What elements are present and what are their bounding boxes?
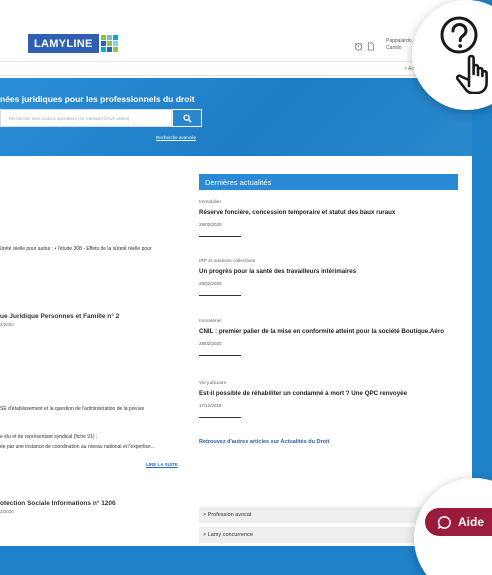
- left-title-5[interactable]: otection Sociale Informations n° 1206: [0, 500, 116, 507]
- logo-square: [112, 35, 118, 40]
- logo-square: [106, 47, 112, 52]
- news-item[interactable]: Immatériel CNIL : premier palier de la m…: [199, 319, 464, 356]
- left-snippet-4b: ée par une instance de coordination au n…: [0, 444, 155, 450]
- news-category: Vie judiciaire: [199, 381, 227, 386]
- logo-square: [112, 41, 118, 46]
- news-category: IRP et relations collectives: [199, 259, 256, 264]
- chat-bubble-icon: [437, 515, 451, 529]
- left-snippet-4a: e élu et de représentant syndical (fiche…: [0, 434, 98, 440]
- user-last-name: Pappalardo,: [386, 38, 413, 44]
- aide-label: Aide: [458, 515, 485, 529]
- news-item[interactable]: Vie judiciaire Est-il possible de réhabi…: [199, 381, 464, 418]
- left-snippet-1: ûreté réelle pour autrui ; • l'étude 308…: [0, 246, 152, 252]
- logo-square: [100, 41, 106, 46]
- divider: [199, 295, 241, 296]
- logo-square: [106, 41, 112, 46]
- news-date: 17/12/2019: [199, 403, 222, 408]
- backdrop: LAMYLINE Pappalardo, Camilo > Ac nées ju…: [0, 0, 492, 575]
- search-input[interactable]: Rechercher nom ou avec opérateurs (ex: t…: [0, 109, 172, 127]
- logo-text: LAMYLINE: [28, 34, 99, 53]
- document-icon[interactable]: [367, 42, 375, 54]
- search-button[interactable]: [172, 109, 202, 127]
- search-icon: [183, 114, 192, 123]
- logo-square: [100, 35, 106, 40]
- news-item[interactable]: Immobilier Réserve foncière, concession …: [199, 200, 464, 237]
- divider: [199, 417, 241, 418]
- news-title[interactable]: Est-il possible de réhabiliter un condam…: [199, 390, 464, 397]
- logo-square: [112, 47, 118, 52]
- news-item[interactable]: IRP et relations collectives Un progrès …: [199, 259, 464, 296]
- more-articles-link[interactable]: Retrouvez d'autres articles sur Actualit…: [199, 439, 329, 445]
- news-category: Immobilier: [199, 200, 222, 205]
- news-date: 28/02/2020: [199, 281, 222, 286]
- logo-square: [100, 47, 106, 52]
- lamyline-logo[interactable]: LAMYLINE: [28, 34, 118, 53]
- top-header: LAMYLINE Pappalardo, Camilo: [0, 0, 472, 62]
- left-date-5: 2/2020: [0, 509, 14, 514]
- user-name[interactable]: Pappalardo, Camilo: [386, 38, 413, 52]
- aide-button[interactable]: Aide: [425, 508, 492, 536]
- advanced-search-link[interactable]: Recherche avancée: [156, 135, 196, 140]
- news-title[interactable]: CNIL : premier palier de la mise en conf…: [199, 328, 464, 335]
- hero-title: nées juridiques pour les professionnels …: [0, 94, 195, 104]
- alarm-icon[interactable]: [354, 42, 363, 54]
- divider: [199, 355, 241, 356]
- user-first-name: Camilo: [386, 45, 402, 51]
- news-category: Immatériel: [199, 319, 222, 324]
- logo-square: [106, 35, 112, 40]
- logo-squares-icon: [100, 35, 118, 52]
- main-content: ûreté réelle pour autrui ; • l'étude 308…: [0, 156, 472, 546]
- news-title[interactable]: Un progrès pour la santé des travailleur…: [199, 268, 464, 275]
- browser-viewport: LAMYLINE Pappalardo, Camilo > Ac nées ju…: [0, 0, 472, 546]
- search-hero: nées juridiques pour les professionnels …: [0, 78, 472, 156]
- left-snippet-3: SE d'établissement et la question de l'a…: [0, 406, 145, 412]
- left-title-2[interactable]: ue Juridique Personnes et Famille n° 2: [0, 313, 119, 320]
- news-title[interactable]: Réserve foncière, concession temporaire …: [199, 209, 464, 216]
- search-placeholder: Rechercher nom ou avec opérateurs (ex: t…: [9, 116, 130, 121]
- left-date-2: 2/2020: [0, 322, 14, 327]
- news-heading: Dernières actualités: [199, 174, 458, 190]
- help-pointer-icon: [440, 16, 488, 94]
- news-date: 28/02/2020: [199, 222, 222, 227]
- breadcrumb-bar: > Ac: [0, 62, 472, 76]
- divider: [199, 236, 241, 237]
- news-date: 28/02/2020: [199, 341, 222, 346]
- read-more-link[interactable]: LIRE LA SUITE: [146, 462, 178, 467]
